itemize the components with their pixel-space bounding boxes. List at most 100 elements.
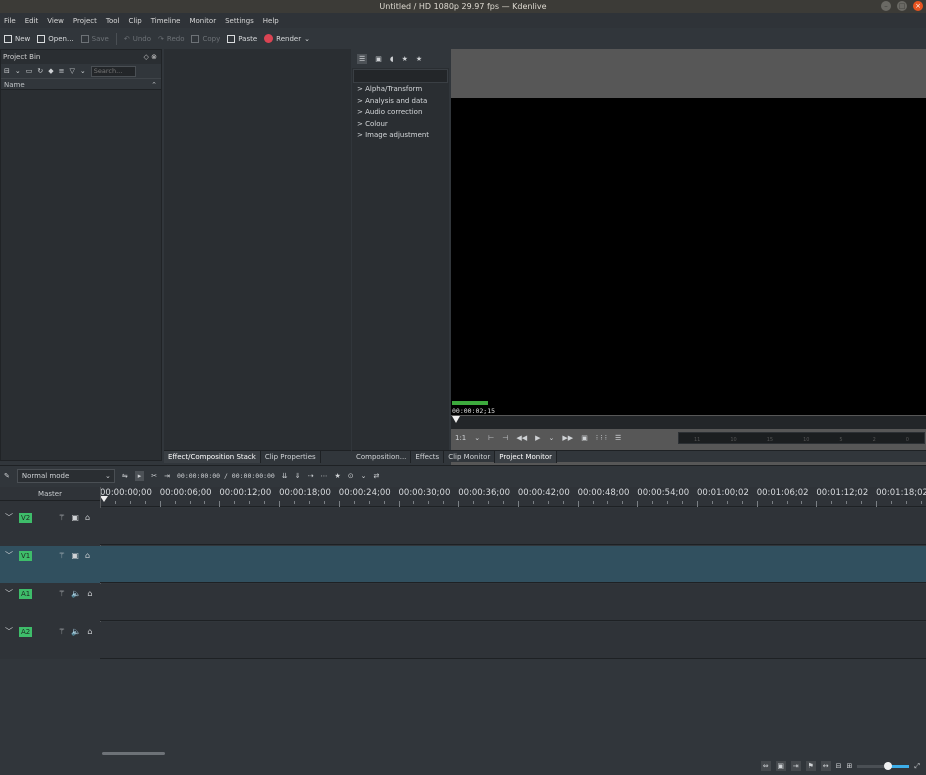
render-button[interactable]: Render ⌄: [264, 34, 310, 43]
menu-file[interactable]: File: [4, 17, 16, 25]
mute-track-icon[interactable]: 🔈: [71, 627, 81, 637]
effect-category[interactable]: > Image adjustment: [352, 130, 449, 142]
pen-icon[interactable]: ✎: [4, 472, 10, 480]
flag-icon[interactable]: ⚑: [805, 761, 816, 771]
menu-tool[interactable]: Tool: [106, 17, 120, 25]
save-button[interactable]: Save: [80, 34, 109, 43]
chevron-down-icon[interactable]: ﹀: [5, 513, 13, 523]
tab-effect-stack[interactable]: Effect/Composition Stack: [164, 450, 261, 463]
zoom-select[interactable]: 1:1: [455, 434, 466, 442]
tag-icon[interactable]: ◆: [48, 67, 53, 75]
maximize-icon[interactable]: □: [897, 1, 907, 11]
monitor-video[interactable]: [451, 98, 926, 415]
zoom-slider[interactable]: [857, 761, 910, 770]
list-view-icon[interactable]: ≡: [59, 67, 65, 75]
favorites-icon[interactable]: ★: [416, 55, 422, 63]
filter-icon[interactable]: ▽: [70, 67, 75, 75]
lock-icon[interactable]: ⌂: [85, 551, 90, 561]
bin-search-input[interactable]: Search...: [90, 65, 136, 77]
effect-category[interactable]: > Alpha/Transform: [352, 84, 449, 96]
zoom-in-icon[interactable]: ⊞: [847, 762, 853, 770]
tab-compositions[interactable]: Composition...: [352, 450, 412, 463]
master-track[interactable]: Master: [0, 487, 100, 501]
tab-clip-properties[interactable]: Clip Properties: [261, 450, 321, 463]
menu-help[interactable]: Help: [263, 17, 279, 25]
spacer-icon[interactable]: ⇥: [164, 472, 170, 480]
expand-icon[interactable]: ↔: [820, 761, 831, 771]
lift-icon[interactable]: ⋯: [320, 472, 327, 480]
favorites-icon[interactable]: ★: [402, 55, 408, 63]
undo-button[interactable]: ↶ Undo: [124, 35, 151, 43]
ripple-icon[interactable]: ⇋: [122, 472, 128, 480]
menu-icon[interactable]: ☰: [615, 434, 621, 442]
monitor-ruler[interactable]: [451, 416, 926, 429]
set-zone-out-icon[interactable]: ⊣: [502, 434, 508, 442]
bin-column-header[interactable]: Name ⌃: [1, 78, 161, 90]
minimize-icon[interactable]: –: [881, 1, 891, 11]
menu-monitor[interactable]: Monitor: [189, 17, 216, 25]
menu-timeline[interactable]: Timeline: [151, 17, 181, 25]
all-effects-icon[interactable]: ☰: [357, 53, 368, 64]
overwrite-icon[interactable]: ⇓: [295, 472, 301, 480]
extract-icon[interactable]: ⇢: [308, 472, 314, 480]
effect-category[interactable]: > Audio correction: [352, 107, 449, 119]
effects-wand-icon[interactable]: ⚚: [58, 589, 65, 599]
jump-icon[interactable]: ⇥: [790, 761, 801, 771]
timeline-track[interactable]: ﹀ A2 ⚚ 🔈 ⌂: [0, 622, 926, 659]
forward-icon[interactable]: ▶▶: [562, 434, 573, 442]
chevron-down-icon[interactable]: ⌄: [361, 472, 367, 480]
marker-icons[interactable]: ⁝ ⁝ ⁝: [596, 434, 607, 442]
chevron-down-icon[interactable]: ﹀: [5, 627, 13, 637]
track-name-badge[interactable]: V1: [19, 551, 33, 561]
effects-wand-icon[interactable]: ⚚: [58, 627, 65, 637]
timeline-ruler[interactable]: 00:00:00;00 00:00:06;00 00:00:12;00 00:00:1…: [100, 487, 926, 507]
open-button[interactable]: Open...: [37, 34, 74, 43]
save-icon[interactable]: ▣: [775, 761, 786, 771]
fullscreen-icon[interactable]: ▣: [581, 434, 588, 442]
select-tool-icon[interactable]: ▸: [134, 471, 145, 481]
panel-float-close-icon[interactable]: ◇ ⊗: [144, 50, 157, 64]
menu-edit[interactable]: Edit: [25, 17, 39, 25]
edit-mode-select[interactable]: Normal mode ⌄: [16, 469, 115, 483]
timeline-playhead[interactable]: [100, 496, 108, 502]
zoom-out-icon[interactable]: ⊟: [836, 762, 842, 770]
tab-effects[interactable]: Effects: [411, 450, 445, 463]
set-zone-in-icon[interactable]: ⊢: [488, 434, 494, 442]
paste-button[interactable]: Paste: [227, 34, 257, 43]
chevron-down-icon[interactable]: ⌄: [474, 434, 480, 442]
zoom-fit-icon[interactable]: ⇔: [760, 761, 771, 771]
new-button[interactable]: New: [4, 34, 30, 43]
shuffle-icon[interactable]: ⇄: [374, 472, 380, 480]
close-icon[interactable]: ×: [913, 1, 923, 11]
chevron-down-icon[interactable]: ⌄: [15, 67, 21, 75]
refresh-icon[interactable]: ↻: [37, 67, 43, 75]
hide-track-icon[interactable]: ▣: [71, 551, 79, 561]
tab-project-monitor[interactable]: Project Monitor: [495, 450, 558, 463]
timeline-scrollbar[interactable]: [102, 752, 165, 755]
redo-button[interactable]: ↷ Redo: [158, 35, 184, 43]
lock-icon[interactable]: ⌂: [85, 513, 90, 523]
effect-category[interactable]: > Analysis and data: [352, 96, 449, 108]
mute-track-icon[interactable]: 🔈: [71, 589, 81, 599]
tab-clip-monitor[interactable]: Clip Monitor: [444, 450, 496, 463]
chevron-down-icon[interactable]: ﹀: [5, 551, 13, 561]
effect-category[interactable]: > Colour: [352, 119, 449, 131]
menu-view[interactable]: View: [47, 17, 64, 25]
chevron-down-icon[interactable]: ⌄: [304, 35, 310, 43]
menu-settings[interactable]: Settings: [225, 17, 254, 25]
monitor-playhead[interactable]: [452, 416, 460, 423]
rewind-icon[interactable]: ◀◀: [516, 434, 527, 442]
timeline-track[interactable]: ﹀ V2 ⚚ ▣ ⌂: [0, 508, 926, 545]
favorite-icon[interactable]: ★: [334, 472, 340, 480]
effects-search-input[interactable]: [353, 69, 448, 83]
effects-wand-icon[interactable]: ⚚: [58, 513, 65, 523]
folder-icon[interactable]: ▭: [26, 67, 33, 75]
menu-clip[interactable]: Clip: [128, 17, 141, 25]
lock-icon[interactable]: ⌂: [87, 589, 92, 599]
play-icon[interactable]: ▶: [535, 434, 540, 442]
add-clip-icon[interactable]: ⊟: [4, 67, 10, 75]
audio-effects-icon[interactable]: ◖: [390, 55, 394, 63]
timeline-track[interactable]: ﹀ A1 ⚚ 🔈 ⌂: [0, 584, 926, 621]
razor-icon[interactable]: ✂: [151, 472, 157, 480]
chevron-down-icon[interactable]: ⌄: [80, 67, 86, 75]
